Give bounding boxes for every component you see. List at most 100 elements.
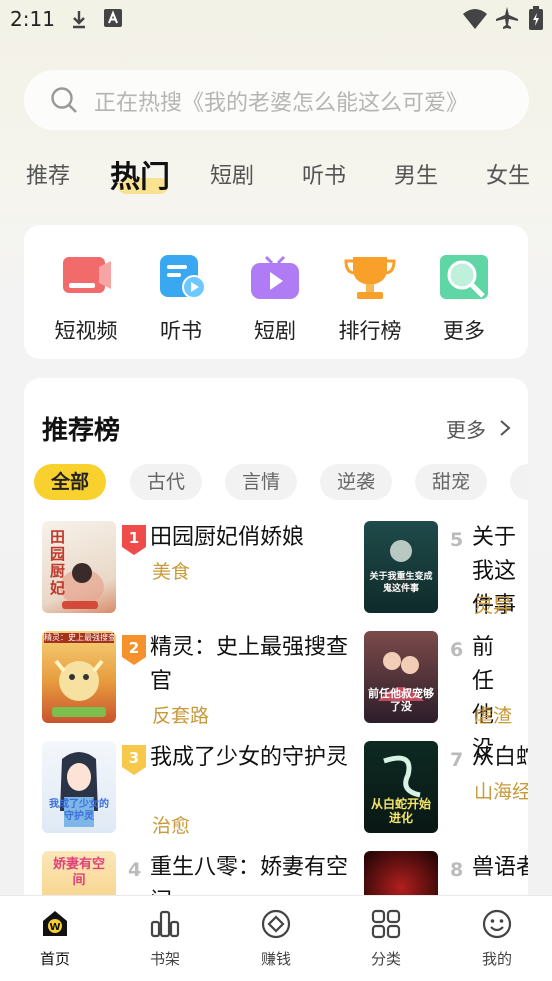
chip-more-partial[interactable] xyxy=(510,464,528,500)
tab-audiobook[interactable]: 听书 xyxy=(302,158,346,190)
book-title: 精灵：史上最强搜查官 xyxy=(150,635,349,694)
svg-text:1: 1 xyxy=(129,529,139,547)
book-cover: 我成了少女的守护灵 xyxy=(42,741,116,833)
book-cover: 精灵：史上最强搜查官 xyxy=(42,631,116,723)
ranking-title: 推荐榜 xyxy=(42,416,121,446)
search-bar[interactable]: 正在热搜《我的老婆怎么能这么可爱》 xyxy=(24,70,529,130)
quick-entry-more[interactable]: 更多 xyxy=(424,253,504,345)
rank-number: 6 xyxy=(450,639,464,661)
book-tag: 治愈 xyxy=(152,815,191,837)
nav-category[interactable]: 分类 xyxy=(346,908,426,969)
book-item[interactable]: 田园厨妃 1 田园厨妃俏娇娘 美食 xyxy=(42,521,382,615)
bottom-nav: W 首页 书架 赚钱 分类 我的 xyxy=(0,895,552,981)
earn-coin-icon xyxy=(261,909,291,939)
chip-comeback[interactable]: 逆袭 xyxy=(320,464,392,500)
more-search-icon xyxy=(440,255,488,299)
category-grid-icon xyxy=(371,909,401,939)
trophy-icon xyxy=(344,257,396,299)
short-drama-icon xyxy=(251,255,299,299)
chip-sweet[interactable]: 甜宠 xyxy=(415,464,487,500)
rank-badge-2: 2 xyxy=(122,635,146,665)
book-cover: 从白蛇开始进化 xyxy=(364,741,438,833)
book-cover-title: 我成了少女的守护灵 xyxy=(49,799,109,822)
ranking-filter-chips: 全部 古代 言情 逆袭 甜宠 xyxy=(34,464,528,504)
book-title: 兽语者 xyxy=(472,855,528,880)
status-bar: 2:11 xyxy=(0,0,552,40)
quick-entry-short-video[interactable]: 短视频 xyxy=(46,253,126,345)
book-cover-title: 关于我重生变成鬼这件事 xyxy=(369,572,433,594)
quick-entry-short-drama[interactable]: 短剧 xyxy=(235,253,315,345)
tab-hot[interactable]: 热门 xyxy=(110,152,170,196)
book-cover: 关于我重生变成鬼这件事 xyxy=(364,521,438,613)
nav-profile[interactable]: 我的 xyxy=(457,908,537,969)
rank-number: 8 xyxy=(450,859,464,881)
book-item[interactable]: 从白蛇开始进化 7 从白蛇 山海经 xyxy=(364,741,528,835)
book-cover-title: 前任他叔宠够了没 xyxy=(368,687,434,713)
book-tag: 虐渣 xyxy=(474,705,513,727)
chip-all[interactable]: 全部 xyxy=(34,464,106,500)
nav-label: 我的 xyxy=(481,950,512,968)
chevron-right-icon xyxy=(500,420,511,436)
book-item[interactable]: 关于我重生变成鬼这件事 5 关于我这件事 灵异 xyxy=(364,521,528,618)
book-tag: 山海经 xyxy=(474,781,528,803)
book-tag: 反套路 xyxy=(152,705,210,727)
rank-number: 4 xyxy=(128,859,142,881)
bookshelf-icon xyxy=(150,910,180,938)
book-tag: 灵异 xyxy=(474,595,513,617)
book-title: 田园厨妃俏娇娘 xyxy=(150,525,305,550)
profile-smile-icon xyxy=(482,909,512,939)
nav-earn[interactable]: 赚钱 xyxy=(236,908,316,969)
status-time: 2:11 xyxy=(10,7,55,31)
svg-text:W: W xyxy=(49,922,60,933)
nav-label: 首页 xyxy=(39,950,70,968)
quick-entry-audiobook[interactable]: 听书 xyxy=(141,253,221,345)
short-video-icon xyxy=(63,257,111,293)
book-cover: 田园厨妃 xyxy=(42,521,116,613)
book-cover-title: 田园厨妃 xyxy=(50,528,66,597)
chip-ancient[interactable]: 古代 xyxy=(130,464,202,500)
ranking-card: 推荐榜 更多 全部 古代 言情 逆袭 甜宠 田园厨妃 1 田园厨妃俏娇娘 美食 xyxy=(24,378,528,938)
book-cover-art xyxy=(52,659,106,717)
book-title: 我成了少女的守护灵 xyxy=(150,745,349,770)
book-tag: 美食 xyxy=(152,561,191,583)
tab-recommend[interactable]: 推荐 xyxy=(26,158,70,190)
wifi-icon xyxy=(463,9,487,29)
search-icon xyxy=(51,87,77,113)
nav-bookshelf[interactable]: 书架 xyxy=(125,908,205,969)
nav-home[interactable]: W 首页 xyxy=(15,908,95,969)
tab-short-drama[interactable]: 短剧 xyxy=(210,158,254,190)
rank-badge-1: 1 xyxy=(122,525,146,555)
book-cover-title: 娇妻有空间 xyxy=(52,857,105,888)
battery-charging-icon xyxy=(529,6,543,30)
rank-number: 7 xyxy=(450,749,464,771)
quick-entry-ranking[interactable]: 排行榜 xyxy=(330,253,410,345)
ranking-more-button[interactable]: 更多 xyxy=(446,414,512,443)
book-item[interactable]: 精灵：史上最强搜查官 2 精灵：史上最强搜查官 反套路 xyxy=(42,631,382,727)
svg-text:3: 3 xyxy=(129,749,139,767)
ranking-more-label: 更多 xyxy=(446,418,486,442)
nav-label: 赚钱 xyxy=(260,950,291,968)
airplane-mode-icon xyxy=(496,7,518,29)
search-placeholder: 正在热搜《我的老婆怎么能这么可爱》 xyxy=(94,91,469,116)
download-icon xyxy=(73,11,85,29)
svg-text:2: 2 xyxy=(129,639,139,657)
book-cover: 前任他叔宠够了没 xyxy=(364,631,438,723)
chip-romance[interactable]: 言情 xyxy=(225,464,297,500)
quick-entry-card: 短视频 听书 短剧 排行榜 更多 xyxy=(24,225,528,359)
nav-label: 书架 xyxy=(149,950,180,968)
rank-number: 5 xyxy=(450,529,464,551)
book-cover-title: 从白蛇开始进化 xyxy=(370,797,431,825)
home-icon: W xyxy=(43,911,67,936)
nav-label: 分类 xyxy=(370,950,401,968)
text-notification-icon xyxy=(104,9,122,27)
quick-entry-label: 短视频 xyxy=(54,319,118,343)
book-item[interactable]: 我成了少女的守护灵 3 我成了少女的守护灵 治愈 xyxy=(42,741,382,837)
quick-entry-label: 排行榜 xyxy=(338,319,402,343)
quick-entry-label: 听书 xyxy=(160,319,202,343)
tab-male[interactable]: 男生 xyxy=(394,158,438,190)
tab-female[interactable]: 女生 xyxy=(486,158,530,190)
audiobook-icon xyxy=(160,255,206,299)
book-item[interactable]: 前任他叔宠够了没 6 前任他没 虐渣 xyxy=(364,631,528,762)
book-cover-title: 精灵：史上最强搜查官 xyxy=(44,633,114,643)
book-cover-art xyxy=(382,540,420,591)
